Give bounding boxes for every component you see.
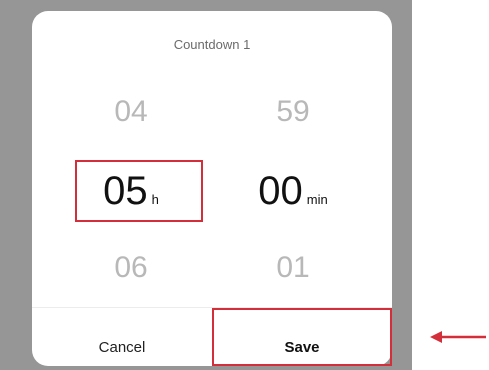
minutes-option-previous[interactable]: 59 — [218, 95, 368, 129]
minutes-unit-label: min — [306, 192, 328, 207]
hours-selected-value: 05 — [103, 169, 148, 213]
countdown-dialog: Countdown 1 04 05 h 06 59 00 min 01 Cancel… — [32, 11, 392, 366]
save-button[interactable]: Save — [212, 308, 392, 366]
screen: Countdown 1 04 05 h 06 59 00 min 01 Cancel… — [0, 0, 489, 370]
cancel-button[interactable]: Cancel — [32, 308, 212, 366]
hours-selected[interactable]: 05 h — [56, 169, 206, 214]
minutes-selected-value: 00 — [258, 169, 303, 213]
minutes-selected[interactable]: 00 min — [218, 169, 368, 214]
hours-unit-label: h — [151, 192, 159, 207]
minutes-option-next[interactable]: 01 — [218, 251, 368, 285]
dialog-title: Countdown 1 — [173, 37, 251, 52]
hours-option-next[interactable]: 06 — [56, 251, 206, 285]
pointer-arrow-icon — [430, 331, 486, 343]
hours-option-previous[interactable]: 04 — [56, 95, 206, 129]
